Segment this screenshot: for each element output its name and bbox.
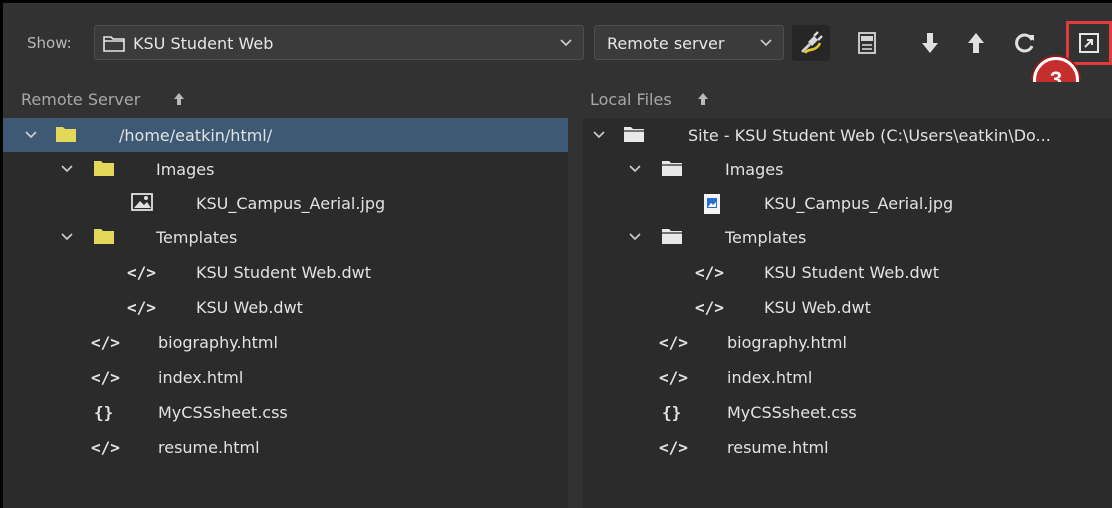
tree-row-file[interactable]: </> KSU Student Web.dwt <box>583 255 1112 289</box>
code-file-icon: </> <box>127 298 156 317</box>
tree-row-file[interactable]: </> resume.html <box>583 430 1112 464</box>
tree-label: index.html <box>727 368 813 387</box>
tree-row-file[interactable]: </> biography.html <box>583 325 1112 359</box>
css-file-icon: {} <box>94 403 114 422</box>
tree-label: biography.html <box>727 333 847 352</box>
tree-label: KSU Student Web.dwt <box>764 263 939 282</box>
local-files-pane: Local Files Site - KSU Student Web (C:\U… <box>583 82 1112 508</box>
put-button[interactable] <box>957 25 995 61</box>
chevron-down-icon[interactable] <box>629 232 641 242</box>
remote-pane-title: Remote Server <box>21 90 141 109</box>
chevron-down-icon[interactable] <box>593 130 605 140</box>
image-file-icon <box>704 194 720 214</box>
css-file-icon: {} <box>662 403 682 422</box>
tree-label: KSU Web.dwt <box>764 298 871 317</box>
tree-row-file[interactable]: {} MyCSSsheet.css <box>3 395 568 429</box>
tree-row-file[interactable]: {} MyCSSsheet.css <box>583 395 1112 429</box>
tree-label: MyCSSsheet.css <box>158 403 288 422</box>
tree-label: resume.html <box>727 438 829 457</box>
chevron-down-icon <box>760 39 772 47</box>
code-file-icon: </> <box>659 333 688 352</box>
sort-up-icon <box>698 93 708 105</box>
expand-button[interactable] <box>1066 21 1112 65</box>
folder-icon <box>94 229 114 244</box>
tree-row-file[interactable]: KSU_Campus_Aerial.jpg <box>3 186 568 220</box>
tree-row-folder[interactable]: Templates <box>3 220 568 254</box>
tree-row-file[interactable]: </> KSU Student Web.dwt <box>3 255 568 289</box>
tree-label: KSU Student Web.dwt <box>196 263 371 282</box>
remote-server-pane: Remote Server /home/eatkin/html/ Images … <box>3 82 568 508</box>
files-toolbar: Show: KSU Student Web Remote server <box>6 6 1112 82</box>
local-pane-title: Local Files <box>590 90 672 109</box>
tree-label: Templates <box>725 228 807 247</box>
tree-row-folder[interactable]: Images <box>3 152 568 186</box>
site-dropdown[interactable]: KSU Student Web <box>94 25 584 60</box>
folder-icon <box>56 127 76 142</box>
tree-label: resume.html <box>158 438 260 457</box>
upload-arrow-icon <box>968 33 984 53</box>
tree-label: KSU Web.dwt <box>196 298 303 317</box>
tree-label: /home/eatkin/html/ <box>119 126 273 145</box>
tree-label: Images <box>156 160 215 179</box>
ftp-log-icon <box>858 32 876 54</box>
code-file-icon: </> <box>91 438 120 457</box>
remote-pane-header[interactable]: Remote Server <box>3 82 568 118</box>
tree-row-root[interactable]: /home/eatkin/html/ <box>3 118 568 152</box>
folder-icon <box>624 127 644 142</box>
folder-icon <box>103 36 125 52</box>
image-file-icon <box>131 193 153 211</box>
code-file-icon: </> <box>127 263 156 282</box>
folder-icon <box>662 161 682 176</box>
tree-row-root[interactable]: Site - KSU Student Web (C:\Users\eatkin\… <box>583 118 1112 152</box>
tree-label: MyCSSsheet.css <box>727 403 857 422</box>
code-file-icon: </> <box>695 298 724 317</box>
server-view-label: Remote server <box>607 34 725 53</box>
tree-row-folder[interactable]: Images <box>583 152 1112 186</box>
tree-label: KSU_Campus_Aerial.jpg <box>764 194 954 213</box>
tree-row-file[interactable]: </> KSU Web.dwt <box>583 290 1112 324</box>
show-label: Show: <box>27 34 72 52</box>
expand-icon <box>1079 33 1099 53</box>
tree-label: Images <box>725 160 784 179</box>
refresh-icon <box>1015 33 1034 53</box>
tree-row-file[interactable]: </> index.html <box>3 360 568 394</box>
folder-icon <box>662 229 682 244</box>
tree-label: Templates <box>156 228 238 247</box>
tree-label: KSU_Campus_Aerial.jpg <box>196 194 386 213</box>
local-pane-header[interactable]: Local Files <box>583 82 1112 118</box>
ftp-log-button[interactable] <box>848 25 886 61</box>
pane-splitter[interactable] <box>568 82 583 508</box>
chevron-down-icon[interactable] <box>25 130 37 140</box>
code-file-icon: </> <box>91 368 120 387</box>
code-file-icon: </> <box>659 368 688 387</box>
tree-row-folder[interactable]: Templates <box>583 220 1112 254</box>
tree-row-file[interactable]: </> biography.html <box>3 325 568 359</box>
chevron-down-icon[interactable] <box>61 232 73 242</box>
tree-label: Site - KSU Student Web (C:\Users\eatkin\… <box>688 126 1051 145</box>
connect-icon <box>801 31 823 54</box>
download-arrow-icon <box>922 33 938 53</box>
code-file-icon: </> <box>695 263 724 282</box>
server-view-dropdown[interactable]: Remote server <box>594 25 784 60</box>
chevron-down-icon[interactable] <box>629 164 641 174</box>
connect-button[interactable] <box>792 25 830 61</box>
tree-label: index.html <box>158 368 244 387</box>
tree-row-file[interactable]: KSU_Campus_Aerial.jpg <box>583 186 1112 220</box>
tree-row-file[interactable]: </> resume.html <box>3 430 568 464</box>
code-file-icon: </> <box>91 333 120 352</box>
chevron-down-icon <box>560 39 572 47</box>
sort-up-icon <box>174 93 184 105</box>
get-button[interactable] <box>911 25 949 61</box>
chevron-down-icon[interactable] <box>61 164 73 174</box>
code-file-icon: </> <box>659 438 688 457</box>
refresh-button[interactable] <box>1006 25 1044 61</box>
folder-icon <box>94 161 114 176</box>
tree-row-file[interactable]: </> index.html <box>583 360 1112 394</box>
tree-row-file[interactable]: </> KSU Web.dwt <box>3 290 568 324</box>
tree-label: biography.html <box>158 333 278 352</box>
site-name: KSU Student Web <box>133 34 274 53</box>
